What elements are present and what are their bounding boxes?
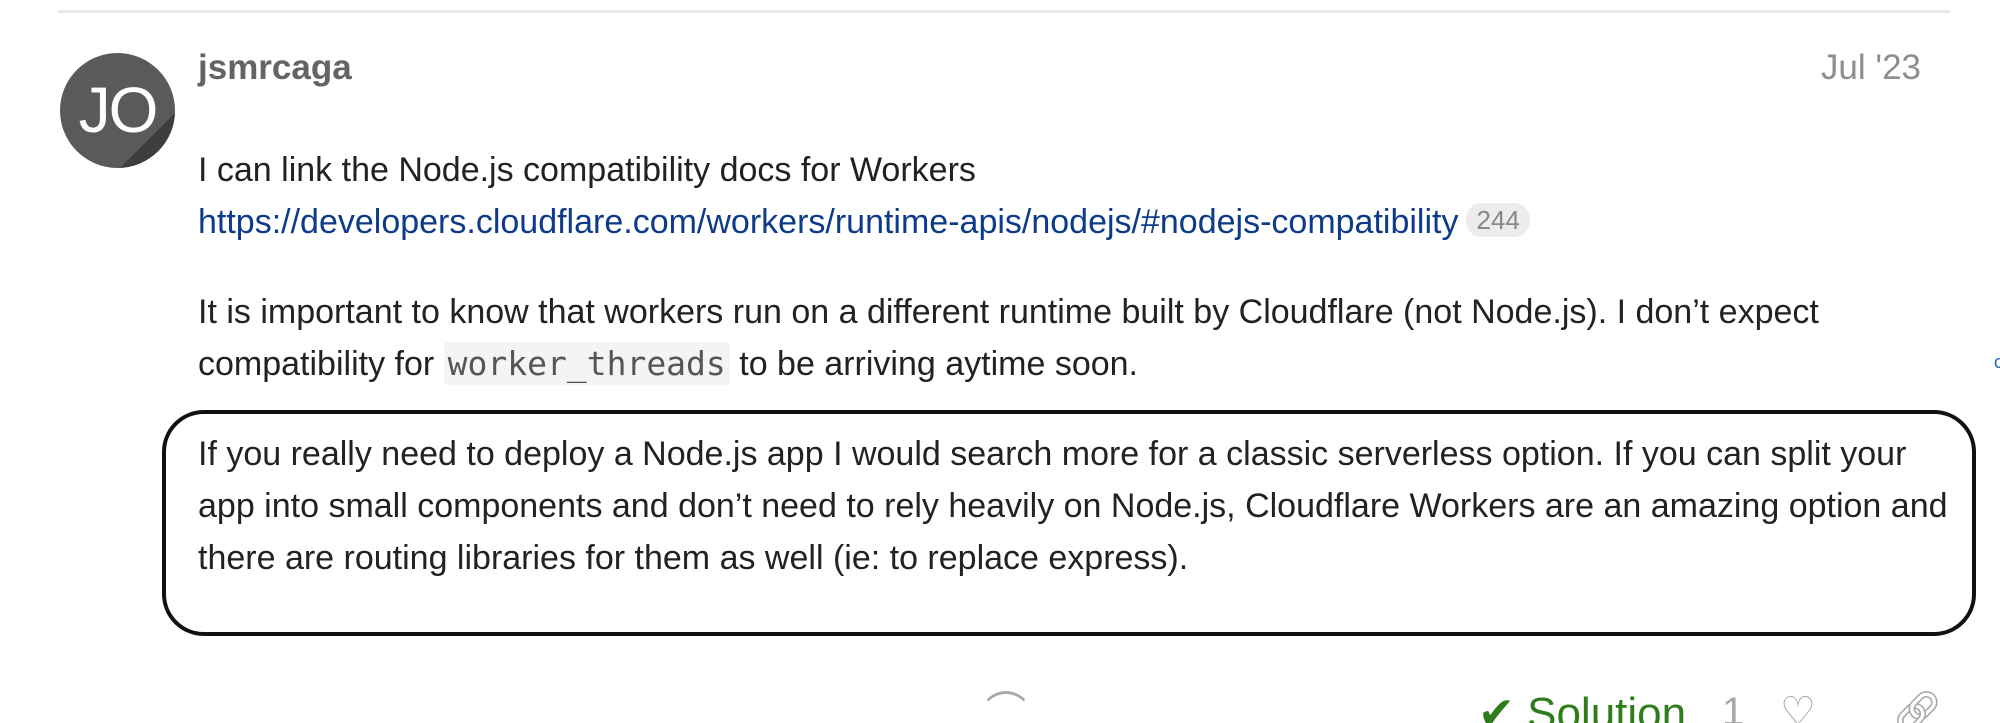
highlight-annotation-box: [162, 410, 1976, 636]
link-click-count: 244: [1466, 203, 1530, 237]
post-paragraph-2: It is important to know that workers run…: [198, 286, 1958, 390]
post-divider: [58, 10, 1950, 13]
user-avatar[interactable]: JO: [60, 53, 175, 168]
post-date[interactable]: Jul '23: [1821, 46, 1921, 90]
edge-fragment: c: [1994, 352, 2000, 372]
post-paragraph-1: I can link the Node.js compatibility doc…: [198, 144, 1958, 248]
link-icon[interactable]: 🔗︎: [1892, 690, 1943, 723]
paragraph-1-text: I can link the Node.js compatibility doc…: [198, 151, 976, 189]
avatar-letters: JO: [78, 74, 159, 146]
like-count[interactable]: 1: [1722, 690, 1744, 723]
worker-threads-code: worker_threads: [443, 342, 730, 385]
nodejs-compatibility-link[interactable]: https://developers.cloudflare.com/worker…: [198, 203, 1458, 241]
topic-post-page: JO jsmrcaga Jul '23 I can link the Node.…: [0, 0, 2000, 723]
post-actions: ⌒ ✔ Solution 1 ♡ 🔗︎: [0, 690, 2000, 723]
solution-label: Solution: [1527, 689, 1687, 723]
solution-button[interactable]: ✔ Solution: [1478, 690, 1686, 723]
paragraph-2-text-after: to be arriving aytime soon.: [729, 345, 1138, 383]
post-username[interactable]: jsmrcaga: [198, 46, 352, 90]
reply-icon[interactable]: ⌒: [986, 690, 1026, 723]
heart-icon[interactable]: ♡: [1780, 690, 1816, 723]
check-icon: ✔: [1478, 689, 1515, 723]
